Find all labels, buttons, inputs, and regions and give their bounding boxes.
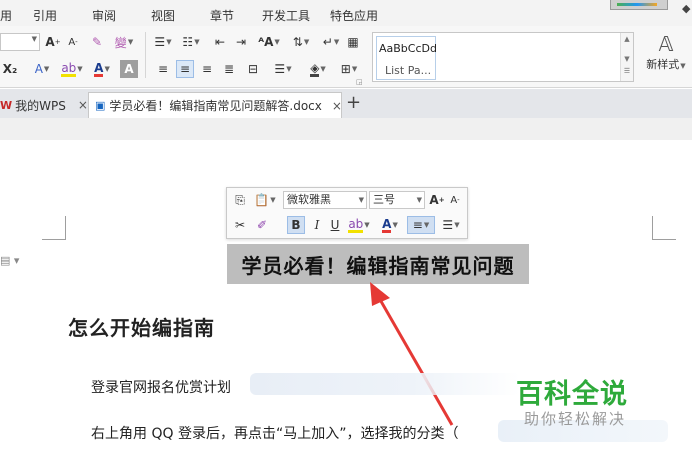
margin-corner-left xyxy=(42,216,66,240)
menu-item-view[interactable]: 视图 xyxy=(151,7,175,24)
show-marks-icon[interactable]: ↵ ▼ xyxy=(318,33,344,51)
menu-item-special[interactable]: 特色应用 xyxy=(330,7,378,24)
eye-icon[interactable]: ◆ xyxy=(682,2,690,15)
arrow-head xyxy=(370,282,390,306)
paste-icon[interactable]: 📋 ▼ xyxy=(251,191,279,209)
font-color-button[interactable]: A ▼ xyxy=(88,60,116,78)
chevron-down-icon: ▼ xyxy=(416,196,422,204)
align-right-icon[interactable]: ≡ xyxy=(198,60,216,78)
style-item-list-paragraph[interactable]: AaBbCcDd List Pa... xyxy=(376,36,437,80)
grow-font-button[interactable]: A + xyxy=(44,33,62,51)
eraser-icon[interactable]: ✐ xyxy=(253,216,271,234)
align-center-icon[interactable]: ≡ xyxy=(176,60,194,78)
new-style-label: 新样式▼ xyxy=(646,58,686,71)
chevron-down-icon: ▼ xyxy=(358,196,364,204)
highlight-button[interactable]: ab ▼ xyxy=(345,216,373,234)
highlight-button[interactable]: ab ▼ xyxy=(58,60,86,78)
paragraph-1[interactable]: 登录官网报名优赏计划 xyxy=(91,377,231,397)
section-heading[interactable]: 怎么开始编指南 xyxy=(68,312,215,341)
new-tab-button[interactable]: + xyxy=(346,92,361,113)
align-center-button[interactable]: ≡ ▼ xyxy=(407,216,435,234)
chevron-down-icon[interactable]: ▼ xyxy=(621,55,633,63)
ribbon-divider xyxy=(145,32,146,78)
style-sample: AaBbCcDd xyxy=(379,42,437,55)
font-name-select[interactable]: 微软雅黑 ▼ xyxy=(283,191,367,209)
close-icon[interactable]: × xyxy=(332,99,342,113)
menu-bar: 用 引用 审阅 视图 章节 开发工具 特色应用 ◆ xyxy=(0,0,692,26)
char-shade-button[interactable]: A xyxy=(120,60,138,78)
style-gallery-scroll[interactable]: ▲ ▼ ☰ xyxy=(620,33,633,81)
menu-item-references[interactable]: 引用 xyxy=(33,7,57,24)
line-spacing-button[interactable]: ☰ ▼ xyxy=(437,216,465,234)
watermark-tagline: 助你轻松解决 xyxy=(524,410,627,428)
align-left-icon[interactable]: ≡ xyxy=(154,60,172,78)
wps-logo-icon: W xyxy=(0,98,13,112)
tab-label: 我的WPS xyxy=(15,98,66,113)
copy-icon[interactable]: ⎘ xyxy=(231,191,249,209)
text-direction-icon[interactable]: ᴬA ▼ xyxy=(256,33,282,51)
text-effect-button[interactable]: A ▼ xyxy=(28,60,56,78)
distribute-icon[interactable]: ⊟ xyxy=(242,60,264,78)
subscript-button[interactable]: X₂ xyxy=(0,60,20,78)
style-name: List Pa... xyxy=(385,64,432,77)
borders-icon[interactable]: ⊞ ▼ xyxy=(336,60,362,78)
format-painter-icon[interactable]: ✂ xyxy=(231,216,249,234)
blurred-text xyxy=(250,373,520,395)
new-style-button[interactable]: 𝔸 新样式▼ xyxy=(646,32,686,78)
increase-indent-icon[interactable]: ⇥ xyxy=(232,33,250,51)
dialog-launcher-icon[interactable]: ◲ xyxy=(356,78,363,86)
bullet-list-icon[interactable]: ☰ ▼ xyxy=(150,33,176,51)
underline-button[interactable]: U xyxy=(327,216,343,234)
table-border-icon[interactable]: ▦ xyxy=(344,33,362,51)
justify-icon[interactable]: ≣ xyxy=(220,60,238,78)
font-size-select[interactable]: ▼ xyxy=(0,33,40,51)
document-icon: ▣ xyxy=(95,99,106,112)
chevron-up-icon[interactable]: ▲ xyxy=(621,35,633,43)
clear-format-icon[interactable]: ✎ xyxy=(88,33,106,51)
shrink-font-button[interactable]: A- xyxy=(447,191,463,209)
window-control-strip[interactable] xyxy=(610,0,668,10)
chevron-down-icon: ▼ xyxy=(31,35,37,43)
shading-icon[interactable]: ◈ ▼ xyxy=(304,60,332,78)
ribbon: ▼ A + A- ✎ 變 ▼ ☰ ▼ ☷ ▼ ⇤ ⇥ ᴬA ▼ ⇅ ▼ ↵ ▼ ▦ X₂ A ▼… xyxy=(0,26,692,88)
line-spacing-icon[interactable]: ☰ ▼ xyxy=(270,60,296,78)
grow-font-button[interactable]: A + xyxy=(429,191,445,209)
italic-button[interactable]: I xyxy=(309,216,325,234)
style-gallery: AaBbCcDd List Pa... ▲ ▼ ☰ xyxy=(372,32,634,82)
tab-label: 学员必看！编辑指南常见问题解答.docx xyxy=(109,99,322,113)
paragraph-2[interactable]: 右上角用 QQ 登录后，再点击“马上加入”，选择我的分类（ xyxy=(91,423,458,443)
close-icon[interactable]: × xyxy=(78,98,88,112)
font-color-button[interactable]: A ▼ xyxy=(377,216,403,234)
paragraph-marker-icon[interactable]: ▤ ▾ xyxy=(0,254,19,267)
phonetic-icon[interactable]: 變 ▼ xyxy=(110,33,138,51)
new-style-icon: 𝔸 xyxy=(658,32,674,56)
menu-item-section[interactable]: 章节 xyxy=(210,7,234,24)
sort-icon[interactable]: ⇅ ▼ xyxy=(288,33,314,51)
margin-corner-right xyxy=(652,216,676,240)
document-title-selected[interactable]: 学员必看！编辑指南常见问题 xyxy=(227,244,529,284)
numbered-list-icon[interactable]: ☷ ▼ xyxy=(178,33,204,51)
watermark-brand: 百科全说 xyxy=(516,379,628,410)
menu-item-start[interactable]: 用 xyxy=(0,7,12,24)
tab-current-document[interactable]: ▣ 学员必看！编辑指南常见问题解答.docx × xyxy=(88,92,342,118)
arrow-shaft xyxy=(376,295,454,426)
floating-format-toolbar: ⎘ 📋 ▼ 微软雅黑 ▼ 三号 ▼ A + A- ✂ ✐ B I U ab ▼ A ▼ … xyxy=(226,187,468,239)
document-tab-bar: W 我的WPS × ▣ 学员必看！编辑指南常见问题解答.docx × + xyxy=(0,89,692,118)
font-size-select[interactable]: 三号 ▼ xyxy=(369,191,425,209)
menu-item-developer[interactable]: 开发工具 xyxy=(262,7,310,24)
bold-button[interactable]: B xyxy=(287,216,305,234)
document-margin-top xyxy=(0,118,692,140)
shrink-font-button[interactable]: A- xyxy=(64,33,82,51)
tab-my-wps[interactable]: W 我的WPS × xyxy=(0,92,88,118)
annotation-arrow xyxy=(370,282,454,426)
expand-icon[interactable]: ☰ xyxy=(621,67,633,75)
decrease-indent-icon[interactable]: ⇤ xyxy=(211,33,229,51)
menu-item-review[interactable]: 审阅 xyxy=(92,7,116,24)
